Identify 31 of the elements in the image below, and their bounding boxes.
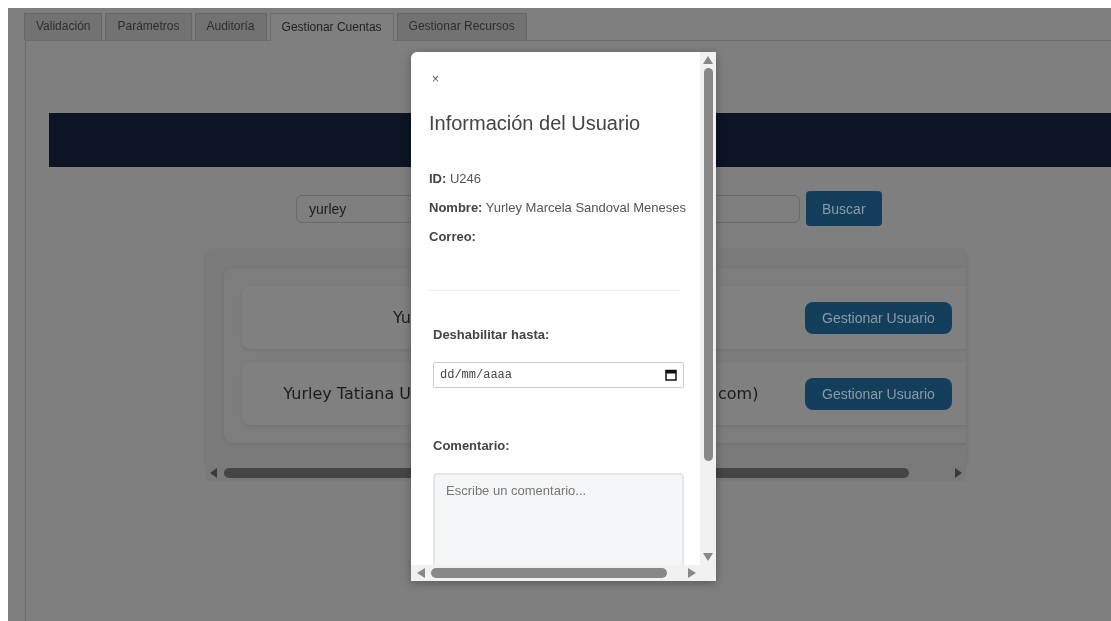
tab[interactable]: Gestionar Cuentas bbox=[269, 13, 394, 41]
user-field-text: Nombre: Yurley Marcela Sandoval Meneses bbox=[429, 200, 687, 216]
user-field-text: ID: U246 bbox=[429, 171, 483, 187]
date-field[interactable]: dd/mm/aaaa bbox=[433, 362, 684, 388]
calendar-icon[interactable] bbox=[665, 369, 677, 381]
search-button[interactable]: Buscar bbox=[806, 191, 882, 226]
scroll-left-icon[interactable] bbox=[210, 467, 218, 478]
scrollbar-thumb[interactable] bbox=[703, 68, 713, 461]
tab[interactable]: Parámetros bbox=[105, 13, 192, 40]
field-label: Comentario: bbox=[433, 438, 511, 453]
scroll-down-icon[interactable] bbox=[703, 553, 713, 561]
dialog-title: Información del Usuario bbox=[429, 112, 642, 135]
user-name-text: Yu bbox=[392, 308, 411, 327]
scroll-right-icon[interactable] bbox=[954, 467, 962, 478]
close-button[interactable]: × bbox=[429, 72, 442, 86]
tab[interactable]: Validación bbox=[24, 13, 103, 40]
user-name-text: Yurley Tatiana U bbox=[283, 384, 411, 403]
horizontal-scrollbar[interactable] bbox=[411, 565, 700, 581]
scrollbar-thumb[interactable] bbox=[431, 568, 667, 578]
manage-user-button[interactable]: Gestionar Usuario bbox=[805, 301, 952, 334]
manage-user-button[interactable]: Gestionar Usuario bbox=[805, 377, 952, 410]
comment-field[interactable]: Escribe un comentario... bbox=[433, 473, 684, 565]
scroll-left-icon[interactable] bbox=[417, 568, 425, 578]
user-email-text: com) bbox=[718, 384, 759, 403]
tab[interactable]: Auditoría bbox=[194, 13, 267, 40]
field-label: Deshabilitar hasta: bbox=[433, 327, 551, 342]
scroll-up-icon[interactable] bbox=[703, 56, 713, 64]
user-field-text: Correo: bbox=[429, 229, 477, 245]
vertical-scrollbar[interactable] bbox=[700, 52, 716, 565]
scroll-right-icon[interactable] bbox=[688, 568, 696, 578]
tab[interactable]: Gestionar Recursos bbox=[396, 13, 527, 40]
